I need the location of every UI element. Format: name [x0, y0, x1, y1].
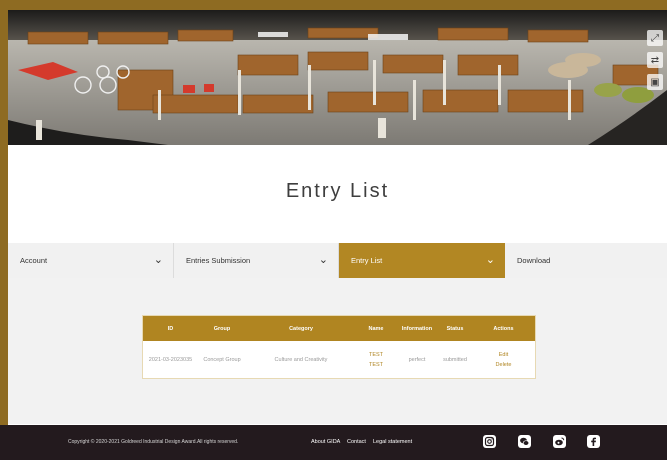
footer-link-legal[interactable]: Legal statement	[373, 439, 412, 445]
frame-top-border	[0, 0, 667, 10]
facebook-icon[interactable]	[587, 435, 600, 448]
table-header-row: ID Group Category Name Information Statu…	[143, 316, 535, 341]
entry-list-content: ID Group Category Name Information Statu…	[8, 278, 667, 424]
column-header-information: Information	[396, 316, 438, 341]
nav-item-entry-list[interactable]: Entry List ⌄	[339, 243, 505, 278]
fullscreen-icon[interactable]: ⤢	[647, 30, 663, 46]
chevron-down-icon: ⌄	[318, 254, 328, 266]
page-title: Entry List	[285, 180, 390, 202]
entries-table: ID Group Category Name Information Statu…	[143, 316, 535, 378]
entry-id: 2021-03-2023035	[148, 356, 193, 363]
table-row: 2021-03-2023035 Concept Group Culture an…	[143, 341, 535, 378]
site-footer: Copyright © 2020-2021 Goldreed Industria…	[0, 425, 667, 460]
weibo-icon[interactable]	[553, 435, 566, 448]
nav-item-download[interactable]: Download	[505, 243, 667, 278]
entry-name-line-2[interactable]: TEST	[356, 360, 396, 370]
entry-actions: Edit Delete	[472, 341, 535, 378]
account-nav-bar: Account ⌄ Entries Submission ⌄ Entry Lis…	[8, 243, 667, 278]
delete-link[interactable]: Delete	[472, 360, 535, 370]
viewer-toolbar: ⤢ ⇄ ▣	[647, 30, 663, 90]
hero-banner-image: ⤢ ⇄ ▣	[8, 10, 667, 145]
edit-link[interactable]: Edit	[472, 350, 535, 360]
wechat-icon[interactable]	[518, 435, 531, 448]
copyright-text: Copyright © 2020-2021 Goldreed Industria…	[68, 439, 239, 445]
nav-item-label: Entries Submission	[186, 256, 251, 265]
chevron-down-icon: ⌄	[485, 254, 495, 266]
entry-status: submitted	[443, 356, 467, 363]
entry-information: perfect	[408, 356, 426, 363]
nav-item-label: Account	[20, 256, 48, 265]
instagram-icon[interactable]	[483, 435, 496, 448]
nav-item-label: Entry List	[351, 256, 383, 265]
chevron-down-icon: ⌄	[153, 254, 163, 266]
share-icon[interactable]: ⇄	[647, 52, 663, 68]
column-header-category: Category	[246, 316, 356, 341]
column-header-id: ID	[143, 316, 198, 341]
column-header-status: Status	[438, 316, 472, 341]
gallery-icon[interactable]: ▣	[647, 74, 663, 90]
entry-name-line-1[interactable]: TEST	[356, 350, 396, 360]
footer-link-about[interactable]: About GIDA	[311, 439, 340, 445]
column-header-name: Name	[356, 316, 396, 341]
entry-name: TEST TEST	[356, 341, 396, 378]
entry-category: Culture and Creativity	[274, 356, 328, 363]
nav-item-account[interactable]: Account ⌄	[8, 243, 174, 278]
nav-item-entries-submission[interactable]: Entries Submission ⌄	[174, 243, 339, 278]
column-header-actions: Actions	[472, 316, 535, 341]
frame-left-border	[0, 0, 8, 425]
entry-group: Concept Group	[203, 356, 241, 363]
nav-item-label: Download	[517, 256, 551, 265]
column-header-group: Group	[198, 316, 246, 341]
footer-link-contact[interactable]: Contact	[347, 439, 366, 445]
